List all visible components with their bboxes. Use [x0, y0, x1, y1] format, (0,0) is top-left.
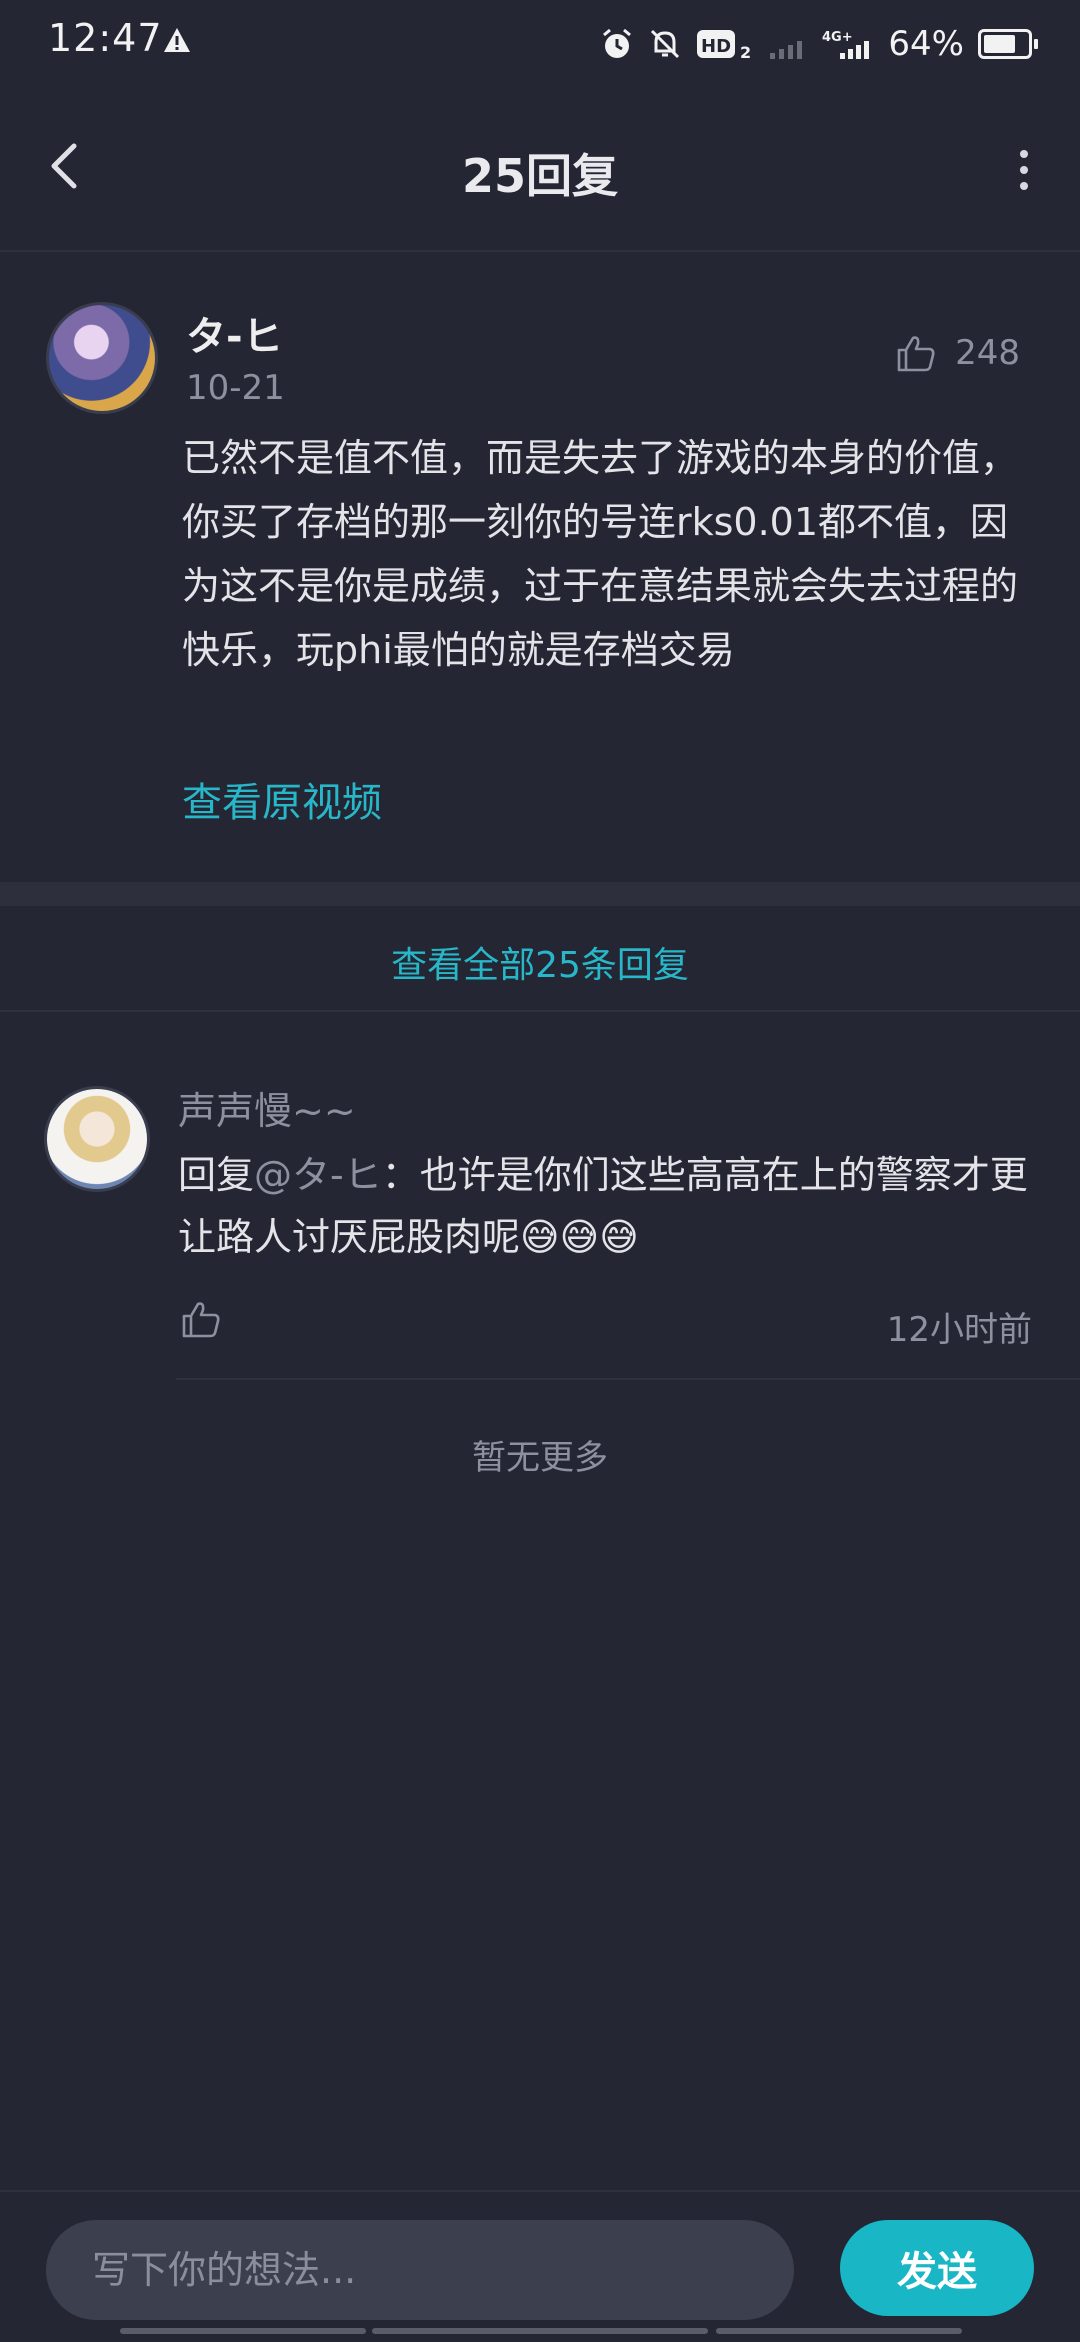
comment-input[interactable] [46, 2220, 794, 2320]
like-count: 248 [955, 333, 1020, 373]
reply-prefix: 回复 [178, 1153, 255, 1197]
hd-icon: HD 2 [697, 30, 752, 61]
reply-time: 12小时前 [886, 1310, 1032, 1350]
reply-text: 回复@タ-ヒ：也许是你们这些高高在上的警察才更让路人讨厌屁股肉呢😅😅😅 [178, 1144, 1048, 1268]
username[interactable]: タ-ヒ [186, 304, 283, 362]
battery-level [984, 35, 1015, 53]
avatar[interactable] [46, 302, 158, 414]
status-icons: HD 2 4G+ 64% [600, 22, 1038, 66]
view-all-replies-link[interactable]: 查看全部25条回复 [391, 936, 689, 988]
status-bar: 12:47 HD 2 4G+ 64% [0, 0, 1080, 90]
header: 25回复 [0, 90, 1080, 252]
reply-item: 声声慢~~ 回复@タ-ヒ：也许是你们这些高高在上的警察才更让路人讨厌屁股肉呢😅😅… [0, 1012, 1080, 1382]
divider [176, 1378, 1080, 1380]
svg-text:HD: HD [701, 36, 731, 57]
view-all-replies-row: 查看全部25条回复 [0, 906, 1080, 1012]
nav-indicator [120, 2328, 366, 2334]
more-vertical-icon[interactable] [1012, 142, 1036, 202]
thumbs-up-icon[interactable] [178, 1296, 224, 1342]
svg-text:4G+: 4G+ [822, 30, 853, 45]
username[interactable]: 声声慢~~ [178, 1080, 356, 1135]
status-time: 12:47 [48, 16, 163, 60]
avatar[interactable] [44, 1086, 150, 1192]
battery-percent: 64% [888, 24, 964, 64]
view-original-video-link[interactable]: 查看原视频 [182, 770, 382, 828]
mute-icon [651, 29, 680, 59]
4g-signal-icon: 4G+ [822, 30, 870, 59]
like-button[interactable]: 248 [893, 330, 1020, 376]
comment-input-bar: 发送 [0, 2190, 1080, 2342]
original-comment: タ-ヒ 10-21 248 已然不是值不值，而是失去了游戏的本身的价值，你买了存… [0, 252, 1080, 882]
send-button[interactable]: 发送 [840, 2220, 1034, 2316]
mention-link[interactable]: @タ-ヒ [254, 1153, 382, 1197]
comment-text: 已然不是值不值，而是失去了游戏的本身的价值，你买了存档的那一刻你的号连rks0.… [182, 436, 1019, 672]
comment-date: 10-21 [186, 368, 285, 408]
nav-indicator [372, 2328, 708, 2334]
thumbs-up-icon [897, 336, 935, 372]
no-more-text: 暂无更多 [472, 1438, 608, 1478]
warning-icon [164, 28, 190, 52]
page-title: 25回复 [461, 149, 618, 203]
svg-text:2: 2 [740, 43, 751, 61]
alarm-icon [603, 28, 632, 58]
signal-icon [770, 41, 803, 59]
nav-indicator [716, 2328, 962, 2334]
battery-icon [978, 29, 1038, 59]
section-divider [0, 882, 1080, 906]
